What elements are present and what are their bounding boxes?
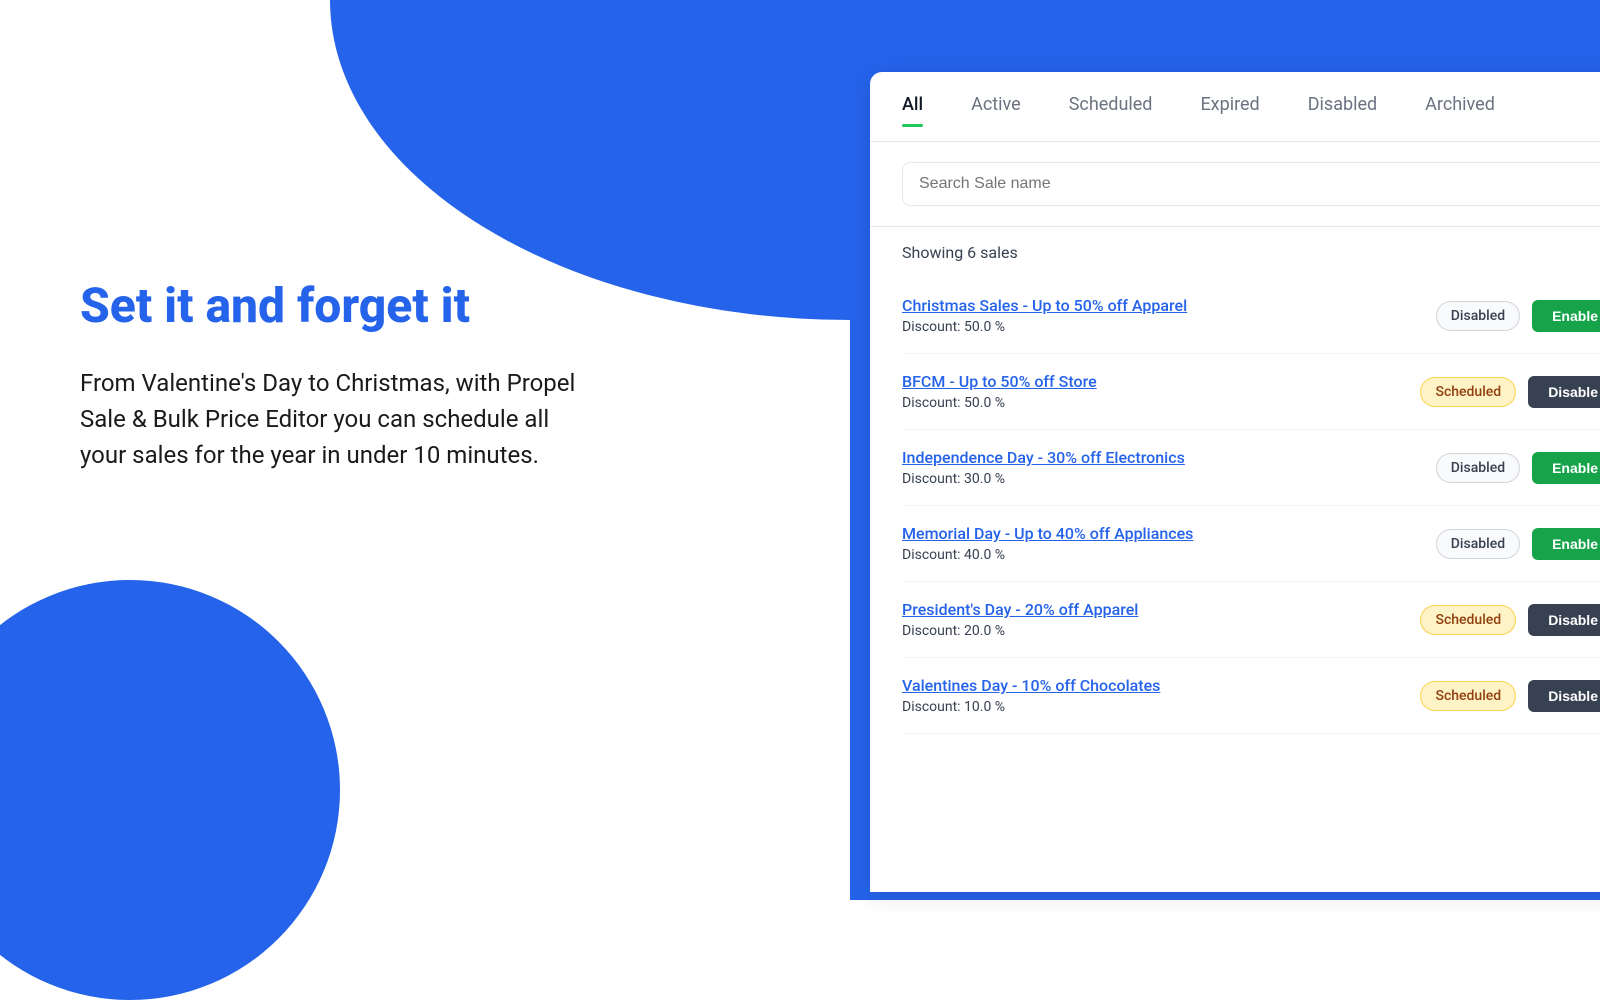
left-content: Set it and forget it From Valentine's Da… (80, 280, 600, 473)
sale-info: BFCM - Up to 50% off Store Discount: 50.0… (902, 372, 1420, 411)
tab-archived[interactable]: Archived (1425, 94, 1495, 119)
table-row: Valentines Day - 10% off Chocolates Disco… (902, 658, 1600, 734)
tab-scheduled[interactable]: Scheduled (1069, 94, 1153, 119)
sale-info: Christmas Sales - Up to 50% off Apparel D… (902, 296, 1436, 335)
sale-discount: Discount: 50.0 % (902, 395, 1420, 411)
count-label: Showing 6 sales (870, 227, 1600, 278)
sale-name-link[interactable]: Memorial Day - Up to 40% off Appliances (902, 524, 1436, 543)
status-badge: Scheduled (1420, 605, 1516, 635)
sale-actions: Disabled Enable (1436, 528, 1600, 560)
tab-active[interactable]: Active (971, 94, 1021, 119)
sale-discount: Discount: 50.0 % (902, 319, 1436, 335)
sales-card: All Active Scheduled Expired Disabled Ar… (870, 72, 1600, 892)
blue-top-decoration (330, 0, 850, 320)
search-input[interactable] (902, 162, 1600, 206)
tabs-bar: All Active Scheduled Expired Disabled Ar… (870, 72, 1600, 142)
status-badge: Scheduled (1420, 681, 1516, 711)
sale-info: President's Day - 20% off Apparel Discoun… (902, 600, 1420, 639)
tab-expired[interactable]: Expired (1200, 94, 1259, 119)
sub-text: From Valentine's Day to Christmas, with … (80, 365, 600, 473)
enable-button[interactable]: Enable (1532, 300, 1600, 332)
sale-actions: Scheduled Disable (1420, 680, 1600, 712)
disable-button[interactable]: Disable (1528, 376, 1600, 408)
enable-button[interactable]: Enable (1532, 528, 1600, 560)
sale-discount: Discount: 40.0 % (902, 547, 1436, 563)
table-row: Memorial Day - Up to 40% off AppliancesD… (902, 506, 1600, 582)
sale-name-link[interactable]: President's Day - 20% off Apparel (902, 600, 1420, 619)
search-container (870, 142, 1600, 227)
sale-info: Memorial Day - Up to 40% off Appliances D… (902, 524, 1436, 563)
sale-name-link[interactable]: Independence Day - 30% off Electronics (902, 448, 1436, 467)
sale-name-link[interactable]: Christmas Sales - Up to 50% off Apparel (902, 296, 1436, 315)
sale-info: Independence Day - 30% off Electronics Di… (902, 448, 1436, 487)
main-heading: Set it and forget it (80, 280, 600, 333)
enable-button[interactable]: Enable (1532, 452, 1600, 484)
status-badge: Disabled (1436, 453, 1520, 483)
tab-all[interactable]: All (902, 94, 923, 119)
sale-info: Valentines Day - 10% off Chocolates Disco… (902, 676, 1420, 715)
status-badge: Disabled (1436, 301, 1520, 331)
sale-actions: Disabled Enable (1436, 452, 1600, 484)
status-badge: Disabled (1436, 529, 1520, 559)
table-row: Christmas Sales - Up to 50% off ApparelD… (902, 278, 1600, 354)
disable-button[interactable]: Disable (1528, 604, 1600, 636)
sale-actions: Disabled Enable (1436, 300, 1600, 332)
table-row: President's Day - 20% off Apparel Discoun… (902, 582, 1600, 658)
sale-name-link[interactable]: Valentines Day - 10% off Chocolates (902, 676, 1420, 695)
table-row: BFCM - Up to 50% off Store Discount: 50.0… (902, 354, 1600, 430)
sales-list: Christmas Sales - Up to 50% off ApparelD… (870, 278, 1600, 734)
sale-discount: Discount: 30.0 % (902, 471, 1436, 487)
disable-button[interactable]: Disable (1528, 680, 1600, 712)
left-panel: Set it and forget it From Valentine's Da… (0, 0, 850, 900)
sale-name-link[interactable]: BFCM - Up to 50% off Store (902, 372, 1420, 391)
sale-discount: Discount: 20.0 % (902, 623, 1420, 639)
blue-bottom-decoration (0, 580, 340, 1000)
tab-disabled[interactable]: Disabled (1308, 94, 1377, 119)
sale-actions: Scheduled Disable (1420, 604, 1600, 636)
sale-actions: Scheduled Disable (1420, 376, 1600, 408)
sale-discount: Discount: 10.0 % (902, 699, 1420, 715)
table-row: Independence Day - 30% off ElectronicsDi… (902, 430, 1600, 506)
right-panel: All Active Scheduled Expired Disabled Ar… (850, 0, 1600, 900)
status-badge: Scheduled (1420, 377, 1516, 407)
